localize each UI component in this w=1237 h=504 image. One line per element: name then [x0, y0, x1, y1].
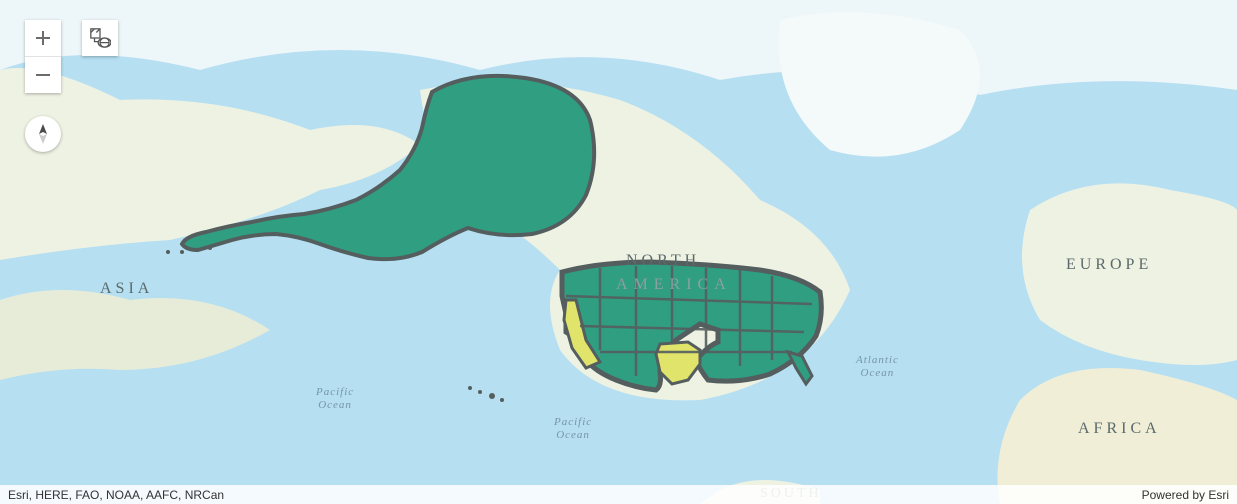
basemap [0, 0, 1237, 504]
zoom-in-button[interactable] [25, 20, 61, 56]
basemap-toggle-button[interactable] [82, 20, 118, 56]
compass-icon [35, 123, 51, 145]
plus-icon [35, 30, 51, 46]
zoom-out-button[interactable] [25, 56, 61, 93]
compass-button[interactable] [25, 116, 61, 152]
map-viewport[interactable]: ASIA NORTH AMERICA EUROPE AFRICA SOUTH P… [0, 0, 1237, 504]
attribution-sources: Esri, HERE, FAO, NOAA, AAFC, NRCan [8, 488, 1142, 502]
zoom-controls [25, 20, 61, 93]
attribution-powered-by[interactable]: Powered by Esri [1142, 488, 1229, 502]
basemap-icon [89, 27, 111, 49]
attribution-bar: Esri, HERE, FAO, NOAA, AAFC, NRCan Power… [0, 485, 1237, 504]
minus-icon [35, 67, 51, 83]
